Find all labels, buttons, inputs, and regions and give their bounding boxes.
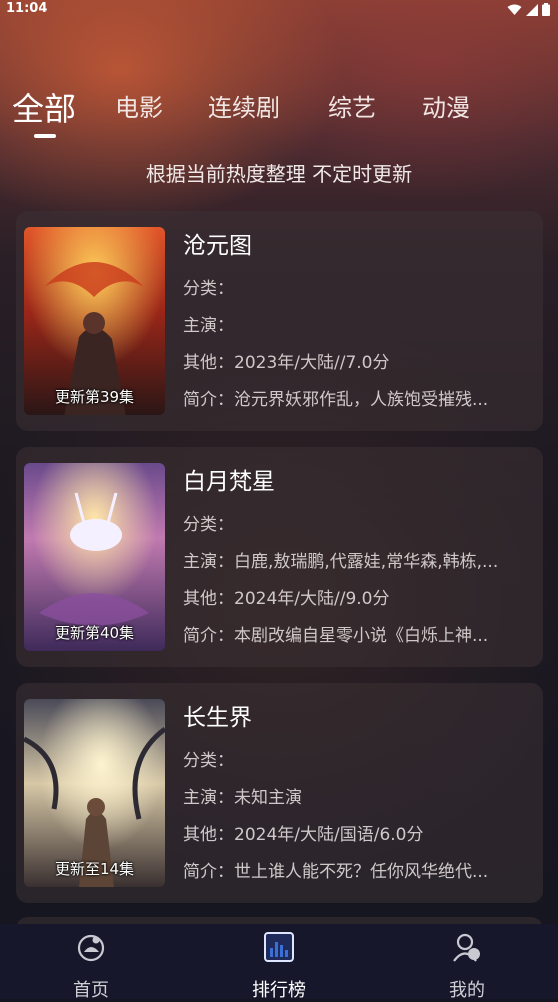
episode-badge: 更新第39集 — [54, 388, 135, 406]
item-cast: 主演：未知主演 — [183, 788, 302, 808]
tab-variety[interactable]: 综艺 — [328, 88, 376, 123]
list-item[interactable]: 更新至14集 长生界 分类： 主演：未知主演 其他：2024年/大陆/国语/6.… — [16, 683, 543, 903]
tab-movies[interactable]: 电影 — [115, 88, 163, 123]
episode-badge: 更新第40集 — [54, 624, 135, 642]
item-cast: 主演： — [183, 316, 234, 336]
nav-profile[interactable]: 我的 — [407, 930, 527, 1002]
item-title[interactable]: 白月梵星 — [183, 467, 523, 497]
episode-badge: 更新至14集 — [54, 860, 135, 878]
item-category: 分类： — [183, 515, 234, 535]
poster-image[interactable]: 更新至14集 — [24, 699, 165, 887]
battery-icon — [542, 3, 550, 16]
nav-home-label: 首页 — [73, 980, 109, 1001]
wifi-icon — [507, 4, 522, 15]
tab-anime[interactable]: 动漫 — [422, 88, 470, 123]
list-item[interactable]: 更新第40集 白月梵星 分类： 主演：白鹿,敖瑞鹏,代露娃,常华森,韩栋,...… — [16, 447, 543, 667]
poster-image[interactable]: 更新第39集 — [24, 227, 165, 415]
item-category: 分类： — [183, 279, 234, 299]
ranking-icon — [264, 932, 294, 962]
item-category: 分类： — [183, 751, 234, 771]
nav-ranking[interactable]: 排行榜 — [219, 930, 339, 1002]
item-cast: 主演：白鹿,敖瑞鹏,代露娃,常华森,韩栋,... — [183, 552, 499, 572]
item-other: 其他：2024年/大陆/国语/6.0分 — [183, 825, 424, 845]
status-time: 11:04 — [6, 1, 48, 16]
tab-all[interactable]: 全部 — [12, 84, 76, 130]
poster-image[interactable]: 更新第40集 — [24, 463, 165, 651]
active-tab-indicator — [34, 134, 56, 138]
nav-home[interactable]: 首页 — [31, 930, 151, 1002]
item-intro: 简介：沧元界妖邪作乱，人族饱受摧残... — [183, 390, 489, 410]
status-icons — [507, 3, 550, 16]
status-bar: 11:04 — [0, 0, 558, 20]
item-info: 长生界 分类： 主演：未知主演 其他：2024年/大陆/国语/6.0分 简介：世… — [183, 703, 523, 891]
home-icon — [77, 934, 105, 962]
bottom-navigation: 首页 排行榜 我的 — [0, 924, 558, 1002]
ranking-subtitle: 根据当前热度整理 不定时更新 — [145, 162, 413, 186]
nav-ranking-label: 排行榜 — [252, 980, 306, 1001]
signal-icon — [526, 3, 538, 16]
item-intro: 简介：世上谁人能不死？任你风华绝代... — [183, 862, 489, 882]
tab-series[interactable]: 连续剧 — [208, 88, 280, 123]
category-tabs: 全部 电影 连续剧 综艺 动漫 — [0, 88, 558, 138]
profile-icon — [453, 933, 480, 962]
item-title[interactable]: 长生界 — [183, 703, 523, 733]
nav-profile-label: 我的 — [449, 980, 485, 1001]
item-info: 沧元图 分类： 主演： 其他：2023年/大陆//7.0分 简介：沧元界妖邪作乱… — [183, 231, 523, 419]
item-info: 白月梵星 分类： 主演：白鹿,敖瑞鹏,代露娃,常华森,韩栋,... 其他：202… — [183, 467, 523, 655]
item-other: 其他：2024年/大陆//9.0分 — [183, 589, 390, 609]
item-other: 其他：2023年/大陆//7.0分 — [183, 353, 390, 373]
item-title[interactable]: 沧元图 — [183, 231, 523, 261]
list-item[interactable]: 更新第39集 沧元图 分类： 主演： 其他：2023年/大陆//7.0分 简介：… — [16, 211, 543, 431]
item-intro: 简介：本剧改编自星零小说《白烁上神... — [183, 626, 489, 646]
